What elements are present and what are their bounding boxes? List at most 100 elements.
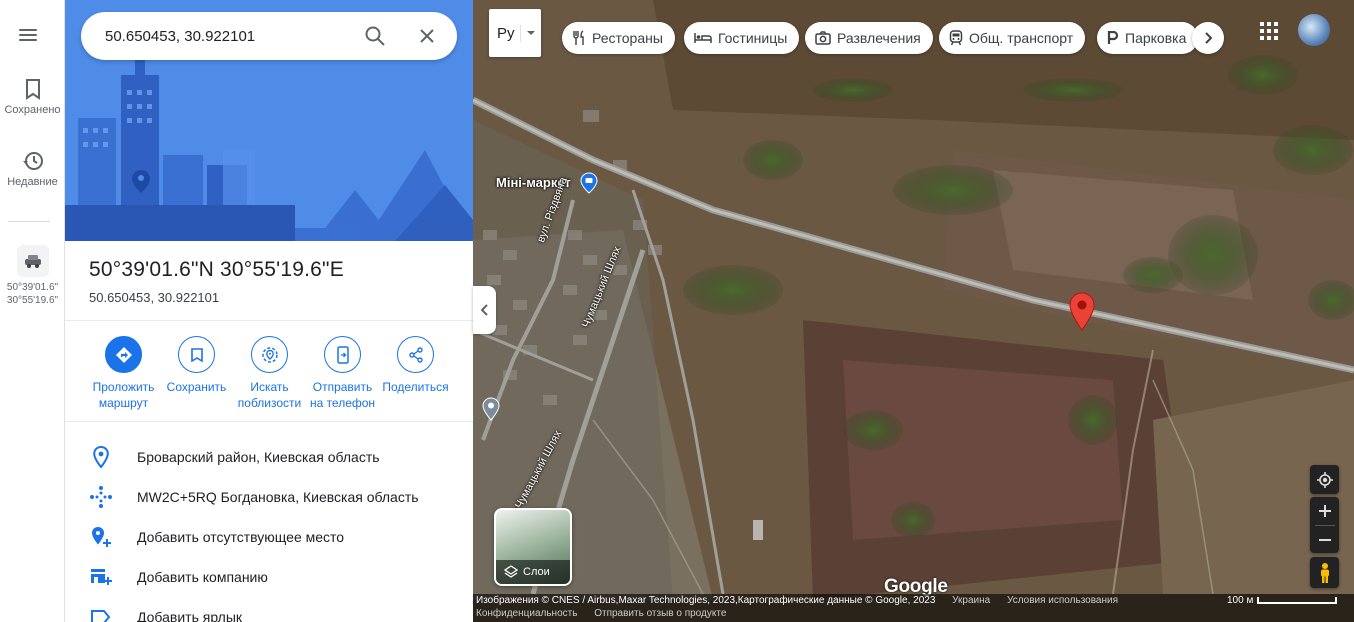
chip-parking[interactable]: Парковка	[1097, 22, 1199, 54]
chip-transit[interactable]: Общ. транспорт	[939, 22, 1086, 54]
layers-button[interactable]: Слои	[494, 508, 572, 586]
info-row-plus-code[interactable]: MW2C+5RQ Богдановка, Киевская область	[65, 477, 473, 517]
chip-hotels-label: Гостиницы	[718, 30, 788, 46]
poi-pin-icon[interactable]	[482, 397, 500, 421]
send-to-phone-label: Отправить на телефон	[309, 380, 376, 410]
selected-location-pin-icon[interactable]	[1068, 292, 1096, 332]
location-pin-icon	[93, 446, 109, 468]
divider-2	[65, 421, 473, 422]
close-icon	[420, 29, 434, 43]
directions-icon	[105, 336, 142, 373]
action-buttons: Проложить маршрут Сохранить Искать побли…	[65, 336, 473, 411]
save-button[interactable]: Сохранить	[160, 336, 233, 411]
transit-icon	[949, 30, 963, 46]
send-to-phone-button[interactable]: Отправить на телефон	[306, 336, 379, 411]
scale-bar	[1257, 597, 1338, 604]
menu-icon[interactable]	[17, 26, 39, 48]
google-maps-app: Сохранено Недавние 50°39'01.6" 30°55'19.…	[0, 0, 1354, 622]
pegman-icon	[1320, 562, 1329, 583]
info-row-add-place[interactable]: Добавить отсутствующее место	[65, 517, 473, 557]
chevron-down-icon	[527, 31, 535, 35]
recent-place-thumbnail	[16, 245, 49, 277]
chevron-left-icon	[480, 304, 488, 316]
layers-label: Слои	[523, 566, 550, 578]
left-rail: Сохранено Недавние 50°39'01.6" 30°55'19.…	[0, 0, 65, 622]
info-row-address[interactable]: Броварский район, Киевская область	[65, 437, 473, 477]
place-title: 50°39'01.6"N 30°55'19.6"E	[89, 258, 344, 281]
history-icon	[22, 152, 43, 170]
info-add-place-text: Добавить отсутствующее место	[137, 529, 345, 545]
restaurant-icon	[573, 30, 584, 45]
info-plus-code-text: MW2C+5RQ Богдановка, Киевская область	[137, 489, 419, 505]
map-canvas[interactable]: Ру Рестораны Гостиницы Развлечения Общ. …	[473, 0, 1354, 622]
directions-label: Проложить маршрут	[92, 380, 155, 410]
scale-label: 100 м	[1227, 595, 1254, 606]
share-button[interactable]: Поделиться	[379, 336, 452, 411]
chip-restaurants[interactable]: Рестораны	[562, 22, 675, 54]
rail-recent[interactable]: Недавние	[0, 150, 65, 188]
share-icon	[397, 336, 434, 373]
directions-button[interactable]: Проложить маршрут	[87, 336, 160, 411]
my-location-icon	[1316, 471, 1333, 488]
place-subtitle: 50.650453, 30.922101	[89, 290, 220, 305]
minus-icon	[1318, 538, 1331, 541]
recent-place-item[interactable]: 50°39'01.6" 30°55'19.6"	[0, 245, 65, 307]
search-box	[81, 12, 457, 60]
search-icon	[365, 26, 385, 46]
collapse-panel-button[interactable]	[473, 286, 496, 334]
chips-next-button[interactable]	[1192, 22, 1224, 54]
privacy-link[interactable]: Конфиденциальность	[476, 608, 577, 619]
plus-code-icon	[90, 486, 112, 508]
parking-icon	[1107, 31, 1119, 44]
feedback-link[interactable]: Отправить отзыв о продукте	[594, 608, 726, 619]
satellite-imagery	[473, 0, 1354, 622]
clear-search-button[interactable]	[407, 16, 447, 56]
search-nearby-button[interactable]: Искать поблизости	[233, 336, 306, 411]
zoom-controls	[1310, 497, 1339, 553]
imagery-attribution: Изображения © CNES / Airbus,Maxar Techno…	[476, 595, 936, 606]
recent-place-line1: 50°39'01.6"	[6, 282, 59, 293]
rail-recent-label: Недавние	[7, 176, 58, 188]
recent-place-line2: 30°55'19.6"	[6, 295, 59, 306]
language-selector[interactable]: Ру	[489, 9, 541, 57]
rail-saved[interactable]: Сохранено	[0, 78, 65, 116]
chip-hotels[interactable]: Гостиницы	[684, 22, 800, 54]
zoom-out-button[interactable]	[1318, 526, 1332, 553]
save-label: Сохранить	[166, 380, 227, 394]
rail-saved-label: Сохранено	[4, 104, 61, 116]
plus-icon	[1318, 505, 1331, 517]
terms-link[interactable]: Условия использования	[1007, 595, 1118, 606]
hotel-icon	[694, 33, 712, 43]
info-row-add-business[interactable]: Добавить компанию	[65, 557, 473, 597]
chip-entertainment[interactable]: Развлечения	[805, 22, 933, 54]
add-place-icon	[92, 527, 111, 547]
info-address-text: Броварский район, Киевская область	[137, 449, 380, 465]
street-view-button[interactable]	[1310, 557, 1339, 588]
camera-icon	[815, 31, 831, 45]
chip-restaurants-label: Рестораны	[592, 30, 663, 46]
bookmark-icon	[178, 336, 215, 373]
rail-divider	[8, 221, 50, 222]
info-add-label-text: Добавить ярлык	[137, 609, 243, 622]
info-row-add-label[interactable]: Добавить ярлык	[65, 597, 473, 622]
search-input[interactable]	[105, 27, 355, 45]
chip-entertainment-label: Развлечения	[837, 30, 921, 46]
add-business-icon	[91, 569, 112, 585]
country-link[interactable]: Украина	[952, 595, 990, 606]
share-label: Поделиться	[382, 380, 449, 394]
zoom-in-button[interactable]	[1318, 497, 1332, 525]
send-to-phone-icon	[324, 336, 361, 373]
map-scale[interactable]: 100 м	[1227, 595, 1338, 606]
language-code: Ру	[489, 24, 521, 42]
footer-line-2: Конфиденциальность Отправить отзыв о про…	[476, 608, 726, 619]
shopping-pin-icon[interactable]	[580, 172, 598, 194]
chip-transit-label: Общ. транспорт	[969, 30, 1074, 46]
chip-parking-label: Парковка	[1125, 30, 1187, 46]
account-avatar[interactable]	[1298, 14, 1330, 46]
my-location-button[interactable]	[1310, 465, 1339, 494]
search-button[interactable]	[355, 16, 395, 56]
apps-grid-icon[interactable]	[1259, 21, 1279, 41]
nearby-icon	[251, 336, 288, 373]
search-nearby-label: Искать поблизости	[237, 380, 302, 410]
place-panel: 50°39'01.6"N 30°55'19.6"E 50.650453, 30.…	[65, 0, 473, 622]
